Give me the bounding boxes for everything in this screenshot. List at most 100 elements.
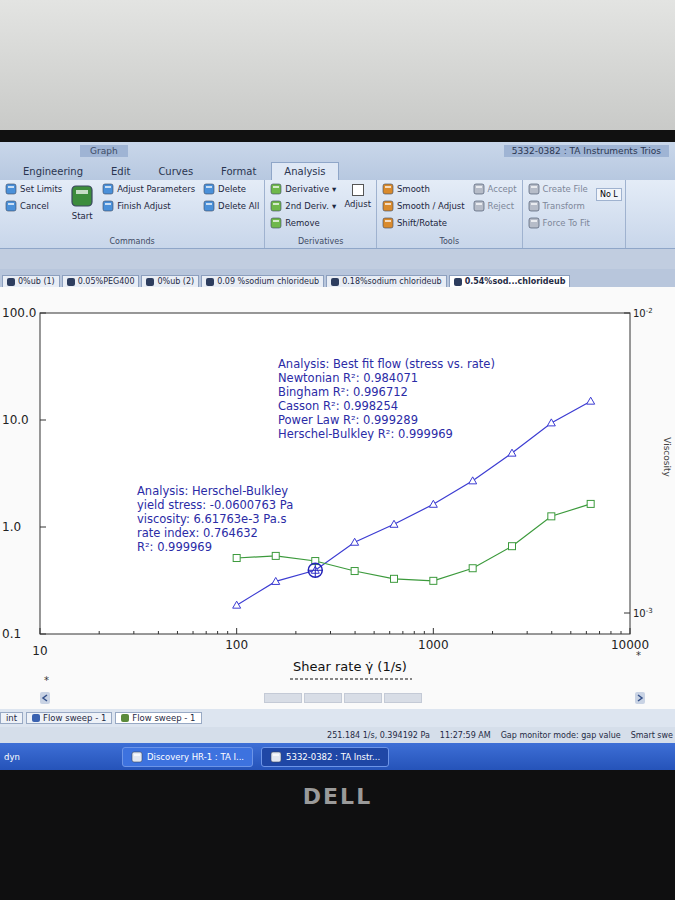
ribbon-button[interactable]: Remove [268, 216, 338, 230]
scrollbar[interactable] [0, 687, 675, 709]
axis-mark: * [636, 650, 641, 661]
ribbon-button[interactable]: Accept [471, 182, 519, 196]
ribbon-button[interactable]: Create File [526, 182, 592, 196]
ribbon-tab[interactable]: Engineering [10, 162, 96, 180]
ribbon-field[interactable]: No L [596, 188, 622, 201]
dropdown-arrow[interactable]: ▾ [332, 201, 336, 211]
annotation-line: Analysis: Herschel-Bulkley [137, 484, 288, 498]
document-tab[interactable]: 0%ub (1) [2, 275, 60, 287]
ribbon-button[interactable]: Derivative▾ [268, 182, 338, 196]
document-tab[interactable]: 0.05%PEG400 [62, 275, 140, 287]
ribbon-button[interactable]: Adjust Parameters [100, 182, 197, 196]
adjust-checkbox[interactable] [352, 184, 364, 196]
ribbon-group: Set Limits Cancel Start Adjust Parameters Fi… [0, 180, 265, 248]
command-icon [528, 217, 540, 229]
data-point[interactable] [390, 520, 398, 527]
ribbon-group: Derivative▾2nd Deriv.▾RemoveAdjustDeriva… [265, 180, 377, 248]
data-point[interactable] [587, 500, 594, 507]
ribbon-check[interactable]: Adjust [342, 182, 373, 209]
data-point[interactable] [391, 575, 398, 582]
data-point[interactable] [509, 543, 516, 550]
ribbon-tab[interactable]: Analysis [271, 162, 338, 180]
annotation-line: Casson R²: 0.998254 [278, 399, 398, 413]
data-point[interactable] [272, 577, 280, 584]
data-point[interactable] [351, 568, 358, 575]
taskbar-start[interactable]: dyn [0, 752, 114, 762]
status-item: Smart swe [631, 731, 673, 740]
ribbon-tab[interactable]: Format [208, 162, 269, 180]
dropdown-arrow[interactable]: ▾ [332, 184, 336, 194]
view-tab[interactable]: int [0, 712, 23, 724]
ribbon-button[interactable]: Start [68, 182, 96, 221]
data-point[interactable] [351, 538, 359, 545]
data-point[interactable] [587, 397, 595, 404]
chart-panel: 10100100010000100.010.01.00.110-210-3Vis… [0, 287, 675, 709]
data-point[interactable] [469, 565, 476, 572]
document-tab[interactable]: 0.09 %sodium chlorideub [201, 275, 324, 287]
monitor-logo: DELL [303, 784, 372, 812]
data-point[interactable] [272, 552, 279, 559]
view-tab[interactable]: Flow sweep - 1 [26, 712, 112, 724]
ribbon-button[interactable]: Smooth [380, 182, 467, 196]
wall [0, 0, 675, 130]
taskbar-button[interactable]: Discovery HR-1 : TA I... [122, 747, 253, 767]
x-tick-label: 10000 [611, 638, 649, 652]
ribbon-tab[interactable]: Edit [98, 162, 143, 180]
y2-tick-label: 10-2 [633, 307, 653, 319]
ribbon-button[interactable]: Delete [201, 182, 261, 196]
ribbon-button[interactable]: Reject [471, 199, 519, 213]
annotation-line: rate index: 0.764632 [137, 526, 258, 540]
ribbon-button[interactable]: Transform [526, 199, 592, 213]
data-point[interactable] [547, 419, 555, 426]
ribbon-button[interactable]: Delete All [201, 199, 261, 213]
data-point[interactable] [508, 449, 516, 456]
ribbon-button[interactable]: Set Limits [3, 182, 64, 196]
document-tab[interactable]: 0%ub (2) [141, 275, 199, 287]
x-tick-label: 100 [225, 638, 248, 652]
ribbon-group: Create File Transform Force To Fit No L [523, 180, 626, 248]
document-tab[interactable]: 0.18%sodium chlorideub [326, 275, 446, 287]
ribbon-tab[interactable]: Curves [145, 162, 206, 180]
ribbon-button[interactable]: Cancel [3, 199, 64, 213]
data-point[interactable] [430, 577, 437, 584]
sheet-icon [32, 714, 40, 722]
annotation-line: Bingham R²: 0.996712 [278, 385, 408, 399]
command-icon [203, 183, 215, 195]
y-tick-label: 1.0 [2, 520, 21, 534]
ribbon-button[interactable]: Smooth / Adjust [380, 199, 467, 213]
command-icon [382, 183, 394, 195]
taskbar-button[interactable]: 5332-0382 : TA Instr... [261, 747, 389, 767]
ribbon-button[interactable]: Finish Adjust [100, 199, 197, 213]
status-item: 11:27:59 AM [440, 731, 491, 740]
view-tab[interactable]: Flow sweep - 1 [115, 712, 201, 724]
data-point[interactable] [233, 601, 241, 608]
y-tick-label: 10.0 [2, 413, 29, 427]
command-icon [203, 200, 215, 212]
data-point[interactable] [429, 500, 437, 507]
monitor-bezel: DELL [0, 770, 675, 900]
cursor-marker[interactable] [308, 563, 322, 577]
command-icon [473, 200, 485, 212]
data-point[interactable] [233, 555, 240, 562]
taskbar: dyn Discovery HR-1 : TA I... 5332-0382 : T… [0, 743, 675, 770]
scroll-right-icon[interactable] [635, 692, 645, 704]
command-icon [528, 200, 540, 212]
ribbon-group: Smooth Smooth / Adjust Shift/Rotate Accept R… [377, 180, 523, 248]
file-icon [67, 278, 75, 286]
data-point[interactable] [469, 477, 477, 484]
context-label: Graph [80, 145, 128, 157]
command-icon [102, 200, 114, 212]
data-point[interactable] [548, 513, 555, 520]
ribbon-button[interactable]: Shift/Rotate [380, 216, 467, 230]
document-tab[interactable]: 0.54%sod...chlorideub [449, 275, 571, 287]
ribbon-button[interactable]: 2nd Deriv.▾ [268, 199, 338, 213]
status-item: 251.184 1/s, 0.394192 Pa [327, 731, 430, 740]
command-icon [528, 183, 540, 195]
x-tick-label: 10 [32, 644, 47, 658]
ribbon-button[interactable]: Force To Fit [526, 216, 592, 230]
flow-sweep-chart: 10100100010000100.010.01.00.110-210-3Vis… [0, 287, 675, 687]
command-icon [270, 217, 282, 229]
scroll-left-icon[interactable] [40, 692, 50, 704]
file-icon [331, 278, 339, 286]
command-icon [270, 183, 282, 195]
